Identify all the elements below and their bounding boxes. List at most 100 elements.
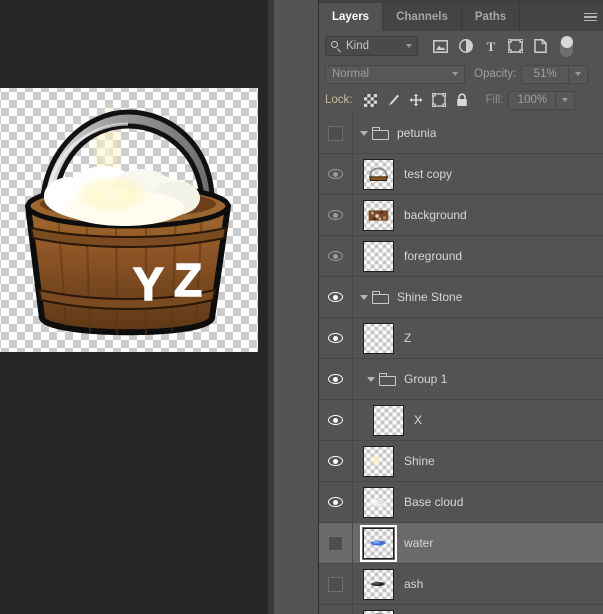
visibility-checkbox[interactable] [328, 125, 343, 141]
workspace-gap [268, 0, 318, 614]
fill-value: 100% [517, 94, 548, 106]
visibility-eye-icon[interactable] [328, 333, 343, 343]
blend-mode-dropdown[interactable]: Normal [325, 64, 465, 84]
layer-row-body[interactable]: water [353, 523, 603, 563]
layer-row-foreground[interactable]: foreground [319, 236, 603, 277]
visibility-eye-icon[interactable] [328, 169, 343, 179]
lock-transparent-pixels-icon[interactable] [359, 89, 382, 111]
visibility-toggle-cell[interactable] [319, 113, 353, 153]
tab-paths[interactable]: Paths [461, 3, 521, 31]
group-expand-twisty[interactable] [363, 376, 379, 382]
layer-row-x[interactable]: X [319, 400, 603, 441]
layer-row-body[interactable]: Shine [353, 441, 603, 481]
layer-row-test-copy[interactable]: test copy [319, 154, 603, 195]
tab-layers-label: Layers [332, 11, 370, 23]
visibility-toggle-cell[interactable] [319, 318, 353, 358]
layer-thumbnail[interactable] [363, 199, 394, 231]
fill-input[interactable]: 100% [508, 90, 557, 110]
lock-all-icon[interactable] [451, 89, 474, 111]
fill-stepper-button[interactable] [556, 90, 576, 110]
layer-row-body[interactable]: Group 1 [353, 359, 603, 399]
folder-icon [372, 290, 389, 304]
visibility-checkbox[interactable] [328, 535, 343, 551]
visibility-toggle-cell[interactable] [319, 605, 353, 614]
filter-enable-toggle[interactable] [560, 35, 573, 57]
layer-row-body[interactable]: Z [353, 318, 603, 358]
visibility-toggle-cell[interactable] [319, 359, 353, 399]
layer-thumbnail[interactable] [363, 445, 394, 477]
visibility-toggle-cell[interactable] [319, 482, 353, 522]
layer-row-body[interactable]: Shine Stone [353, 277, 603, 317]
tab-layers[interactable]: Layers [319, 3, 384, 31]
visibility-eye-icon[interactable] [328, 456, 343, 466]
visibility-toggle-cell[interactable] [319, 564, 353, 604]
smart-object-filter-icon[interactable] [528, 34, 553, 58]
canvas-transparency-backdrop[interactable]: Y Z [0, 88, 258, 352]
pixel-layer-filter-icon[interactable] [428, 34, 453, 58]
layer-row-petunia[interactable]: petunia [319, 113, 603, 154]
layer-row-background[interactable]: Background [319, 605, 603, 614]
lock-artboard-nesting-icon[interactable] [428, 89, 451, 111]
layer-thumbnail[interactable] [363, 158, 394, 190]
visibility-toggle-cell[interactable] [319, 441, 353, 481]
filter-type-icons: T [428, 34, 553, 58]
layer-row-body[interactable]: background [353, 195, 603, 235]
opacity-stepper-button[interactable] [569, 64, 589, 84]
lock-position-icon[interactable] [405, 89, 428, 111]
layer-thumbnail[interactable] [360, 524, 397, 562]
blend-mode-row: Normal Opacity: 51% [319, 61, 603, 87]
layer-thumbnail[interactable] [363, 609, 394, 614]
layer-list[interactable]: petunia test copy background foreground Shin… [319, 113, 603, 614]
adjustment-layer-filter-icon[interactable] [453, 34, 478, 58]
visibility-eye-icon[interactable] [328, 251, 343, 261]
type-layer-filter-icon[interactable]: T [478, 34, 503, 58]
layer-row-shine-stone[interactable]: Shine Stone [319, 277, 603, 318]
layer-thumbnail[interactable] [363, 486, 394, 518]
visibility-eye-icon[interactable] [328, 497, 343, 507]
layer-row-ash[interactable]: ash [319, 564, 603, 605]
group-expand-twisty[interactable] [356, 130, 372, 136]
group-expand-twisty[interactable] [356, 294, 372, 300]
lock-image-pixels-icon[interactable] [382, 89, 405, 111]
layer-row-body[interactable]: X [353, 400, 603, 440]
folder-icon [372, 126, 389, 140]
visibility-eye-icon[interactable] [328, 292, 343, 302]
visibility-toggle-cell[interactable] [319, 400, 353, 440]
layer-row-group-1[interactable]: Group 1 [319, 359, 603, 400]
layer-name: Shine [404, 454, 435, 468]
blend-mode-value: Normal [332, 68, 370, 80]
visibility-toggle-cell[interactable] [319, 523, 353, 563]
visibility-checkbox[interactable] [328, 576, 343, 592]
layer-row-body[interactable]: Background [353, 605, 603, 614]
layer-thumbnail[interactable] [363, 322, 394, 354]
visibility-eye-icon[interactable] [328, 415, 343, 425]
layer-row-background[interactable]: background [319, 195, 603, 236]
panel-divider[interactable] [268, 0, 274, 614]
layer-row-shine[interactable]: Shine [319, 441, 603, 482]
visibility-toggle-cell[interactable] [319, 195, 353, 235]
filter-kind-dropdown[interactable]: Kind [325, 36, 418, 56]
visibility-toggle-cell[interactable] [319, 236, 353, 276]
panel-menu-button[interactable] [577, 3, 603, 31]
layer-row-water[interactable]: water [319, 523, 603, 564]
layer-row-body[interactable]: Base cloud [353, 482, 603, 522]
layer-row-z[interactable]: Z [319, 318, 603, 359]
layer-row-body[interactable]: ash [353, 564, 603, 604]
layer-row-body[interactable]: petunia [353, 113, 603, 153]
document-canvas-area[interactable]: Y Z [0, 0, 268, 614]
opacity-input[interactable]: 51% [521, 64, 570, 84]
layer-row-base-cloud[interactable]: Base cloud [319, 482, 603, 523]
layer-thumbnail[interactable] [363, 240, 394, 272]
layer-row-body[interactable]: test copy [353, 154, 603, 194]
visibility-toggle-cell[interactable] [319, 154, 353, 194]
visibility-eye-icon[interactable] [328, 374, 343, 384]
layer-row-body[interactable]: foreground [353, 236, 603, 276]
visibility-eye-icon[interactable] [328, 210, 343, 220]
shape-layer-filter-icon[interactable] [503, 34, 528, 58]
layer-thumbnail[interactable] [373, 404, 404, 436]
tab-channels[interactable]: Channels [383, 3, 462, 31]
fill-label: Fill: [485, 94, 504, 106]
layer-name: test copy [404, 167, 453, 181]
layer-thumbnail[interactable] [363, 568, 394, 600]
visibility-toggle-cell[interactable] [319, 277, 353, 317]
